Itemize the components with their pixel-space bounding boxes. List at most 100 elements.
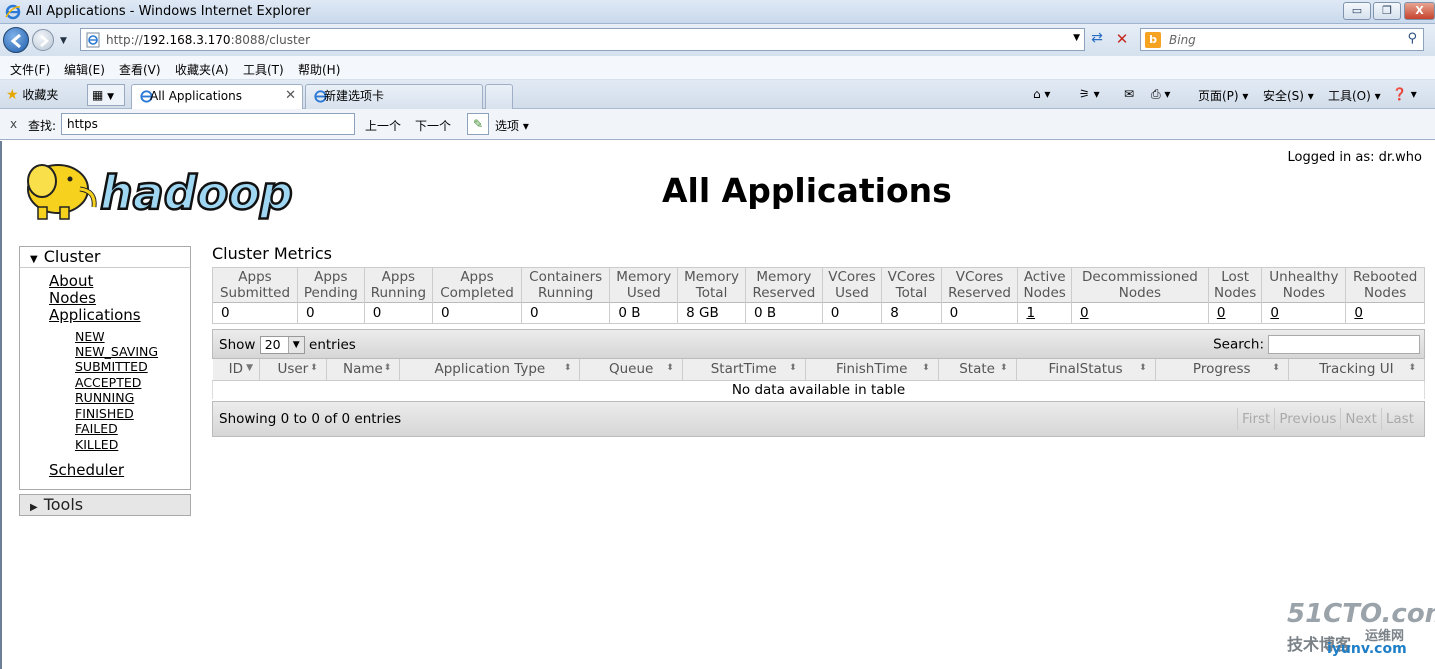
metrics-value-link[interactable]: 1 [1026, 305, 1035, 321]
page-title: All Applications [662, 171, 952, 210]
metrics-value-link[interactable]: 0 [1270, 305, 1279, 321]
feeds-icon[interactable]: ⚞ ▾ [1079, 87, 1100, 101]
metrics-value-link[interactable]: 0 [1354, 305, 1363, 321]
refresh-icon[interactable]: ⇄ [1087, 30, 1107, 50]
sidebar-state-submitted[interactable]: SUBMITTED [75, 359, 148, 374]
back-button[interactable] [3, 27, 29, 53]
table-search-input[interactable] [1268, 335, 1420, 354]
tools-menu[interactable]: 工具(O) ▾ [1328, 87, 1381, 104]
sidebar-state-killed[interactable]: KILLED [75, 437, 118, 452]
close-tab-icon[interactable]: ✕ [285, 85, 296, 107]
metrics-value: 0 [1261, 302, 1347, 324]
favorites-button[interactable]: ★ 收藏夹 [6, 86, 58, 103]
address-field[interactable]: http://192.168.3.170:8088/cluster ▼ [80, 28, 1085, 51]
quick-tabs-button[interactable]: ▦ ▼ [87, 84, 125, 106]
quick-tabs-dropdown-icon[interactable]: ▼ [107, 92, 114, 102]
highlight-icon[interactable]: ✎ [467, 113, 489, 135]
applications-table: ID ▼ User ⬍ Name ⬍ Application Type ⬍ Queue ⬍ Star… [212, 359, 1426, 399]
column-header[interactable]: State ⬍ [938, 359, 1017, 381]
pager-previous-button[interactable]: Previous [1274, 408, 1340, 430]
forward-button[interactable] [32, 29, 54, 51]
sidebar-state-running[interactable]: RUNNING [75, 390, 134, 405]
minimize-button[interactable]: ▭ [1343, 2, 1371, 20]
metrics-value: 8 GB [677, 302, 746, 324]
tab-all-applications[interactable]: All Applications ✕ [131, 84, 303, 109]
pager-next-button[interactable]: Next [1340, 408, 1380, 430]
pager-last-button[interactable]: Last [1380, 408, 1418, 430]
internet-explorer-icon [5, 4, 21, 20]
address-toolbar: ▼ http://192.168.3.170:8088/cluster ▼ ⇄ … [0, 24, 1435, 56]
close-find-icon[interactable]: x [10, 117, 17, 131]
metrics-header: VCores Used [821, 267, 883, 303]
metrics-value: 0 [1070, 302, 1209, 324]
sidebar-link-applications[interactable]: Applications [49, 306, 141, 324]
menu-help[interactable]: 帮助(H) [298, 61, 340, 78]
column-header[interactable]: StartTime ⬍ [682, 359, 806, 381]
cluster-section-header[interactable]: ▼ Cluster [19, 246, 191, 268]
home-icon[interactable]: ⌂ ▾ [1033, 87, 1050, 101]
metrics-value: 0 [432, 302, 523, 324]
metrics-value: 0 [212, 302, 298, 324]
column-header[interactable]: User ⬍ [259, 359, 327, 381]
sidebar-link-nodes[interactable]: Nodes [49, 289, 96, 307]
page-menu[interactable]: 页面(P) ▾ [1198, 87, 1248, 104]
column-header[interactable]: FinishTime ⬍ [805, 359, 939, 381]
mail-icon[interactable]: ✉ [1124, 87, 1134, 101]
hadoop-logo: hadoop [27, 164, 294, 221]
search-icon[interactable]: ⚲ [1407, 31, 1417, 46]
table-info: Showing 0 to 0 of 0 entries [219, 411, 402, 427]
find-options-button[interactable]: 选项 ▾ [495, 117, 529, 134]
menu-tools[interactable]: 工具(T) [243, 61, 284, 78]
sidebar-link-scheduler[interactable]: Scheduler [49, 461, 124, 479]
recent-pages-dropdown-icon[interactable]: ▼ [60, 36, 67, 46]
metrics-value: 0 [821, 302, 883, 324]
tab-new-tab[interactable]: 新建选项卡 [305, 84, 483, 109]
entries-select[interactable]: 20 ▼ [259, 336, 305, 354]
page-icon [86, 32, 100, 48]
menu-file[interactable]: 文件(F) [10, 61, 50, 78]
url-dropdown-icon[interactable]: ▼ [1073, 33, 1080, 43]
menu-edit[interactable]: 编辑(E) [64, 61, 105, 78]
metrics-header: Rebooted Nodes [1345, 267, 1425, 303]
column-header[interactable]: FinalStatus ⬍ [1016, 359, 1156, 381]
metrics-value: 0 [363, 302, 434, 324]
metrics-value: 8 [881, 302, 942, 324]
column-header[interactable]: Application Type ⬍ [399, 359, 581, 381]
sidebar-state-finished[interactable]: FINISHED [75, 406, 134, 421]
column-header[interactable]: Progress ⬍ [1155, 359, 1289, 381]
print-icon[interactable]: ⎙ ▾ [1151, 87, 1170, 102]
find-bar: x 查找: 上一个 下一个 ✎ 选项 ▾ [0, 109, 1435, 140]
metrics-value-link[interactable]: 0 [1080, 305, 1089, 321]
sidebar-state-new[interactable]: NEW [75, 329, 105, 344]
column-header[interactable]: Queue ⬍ [579, 359, 683, 381]
menu-view[interactable]: 查看(V) [119, 61, 161, 78]
metrics-value: 1 [1017, 302, 1072, 324]
safety-menu[interactable]: 安全(S) ▾ [1263, 87, 1314, 104]
entries-length-control: Show 20 ▼ entries [219, 336, 356, 354]
column-header[interactable]: ID ▼ [212, 359, 261, 381]
column-header[interactable]: Tracking UI ⬍ [1288, 359, 1426, 381]
find-previous-button[interactable]: 上一个 [365, 117, 401, 134]
search-field[interactable]: b Bing ⚲ [1140, 28, 1424, 51]
page-content: hadoop Logged in as: dr.who All Applicat… [0, 141, 1435, 669]
column-header[interactable]: Name ⬍ [326, 359, 401, 381]
tab-bar: ★ 收藏夹 ▦ ▼ All Applications ✕ 新建选项卡 ⌂ ▾ ⚞… [0, 80, 1435, 109]
sidebar-state-new-saving[interactable]: NEW_SAVING [75, 344, 158, 359]
new-tab-button[interactable] [485, 84, 513, 109]
stop-icon[interactable]: ✕ [1112, 30, 1132, 50]
maximize-button[interactable]: ❐ [1373, 2, 1401, 20]
sort-icon: ⬍ [1139, 363, 1147, 373]
sidebar-state-failed[interactable]: FAILED [75, 421, 118, 436]
close-window-button[interactable]: X [1404, 2, 1435, 20]
help-icon[interactable]: ❓ ▾ [1392, 87, 1417, 101]
menu-favorites[interactable]: 收藏夹(A) [175, 61, 229, 78]
metrics-header: Memory Total [677, 267, 746, 303]
pager-first-button[interactable]: First [1236, 408, 1274, 430]
sort-icon: ⬍ [1408, 363, 1416, 373]
metrics-value-link[interactable]: 0 [1217, 305, 1226, 321]
sidebar-state-accepted[interactable]: ACCEPTED [75, 375, 141, 390]
sidebar-link-about[interactable]: About [49, 272, 93, 290]
find-input[interactable] [61, 113, 355, 135]
tools-section-header[interactable]: ▶ Tools [19, 494, 191, 516]
find-next-button[interactable]: 下一个 [415, 117, 451, 134]
